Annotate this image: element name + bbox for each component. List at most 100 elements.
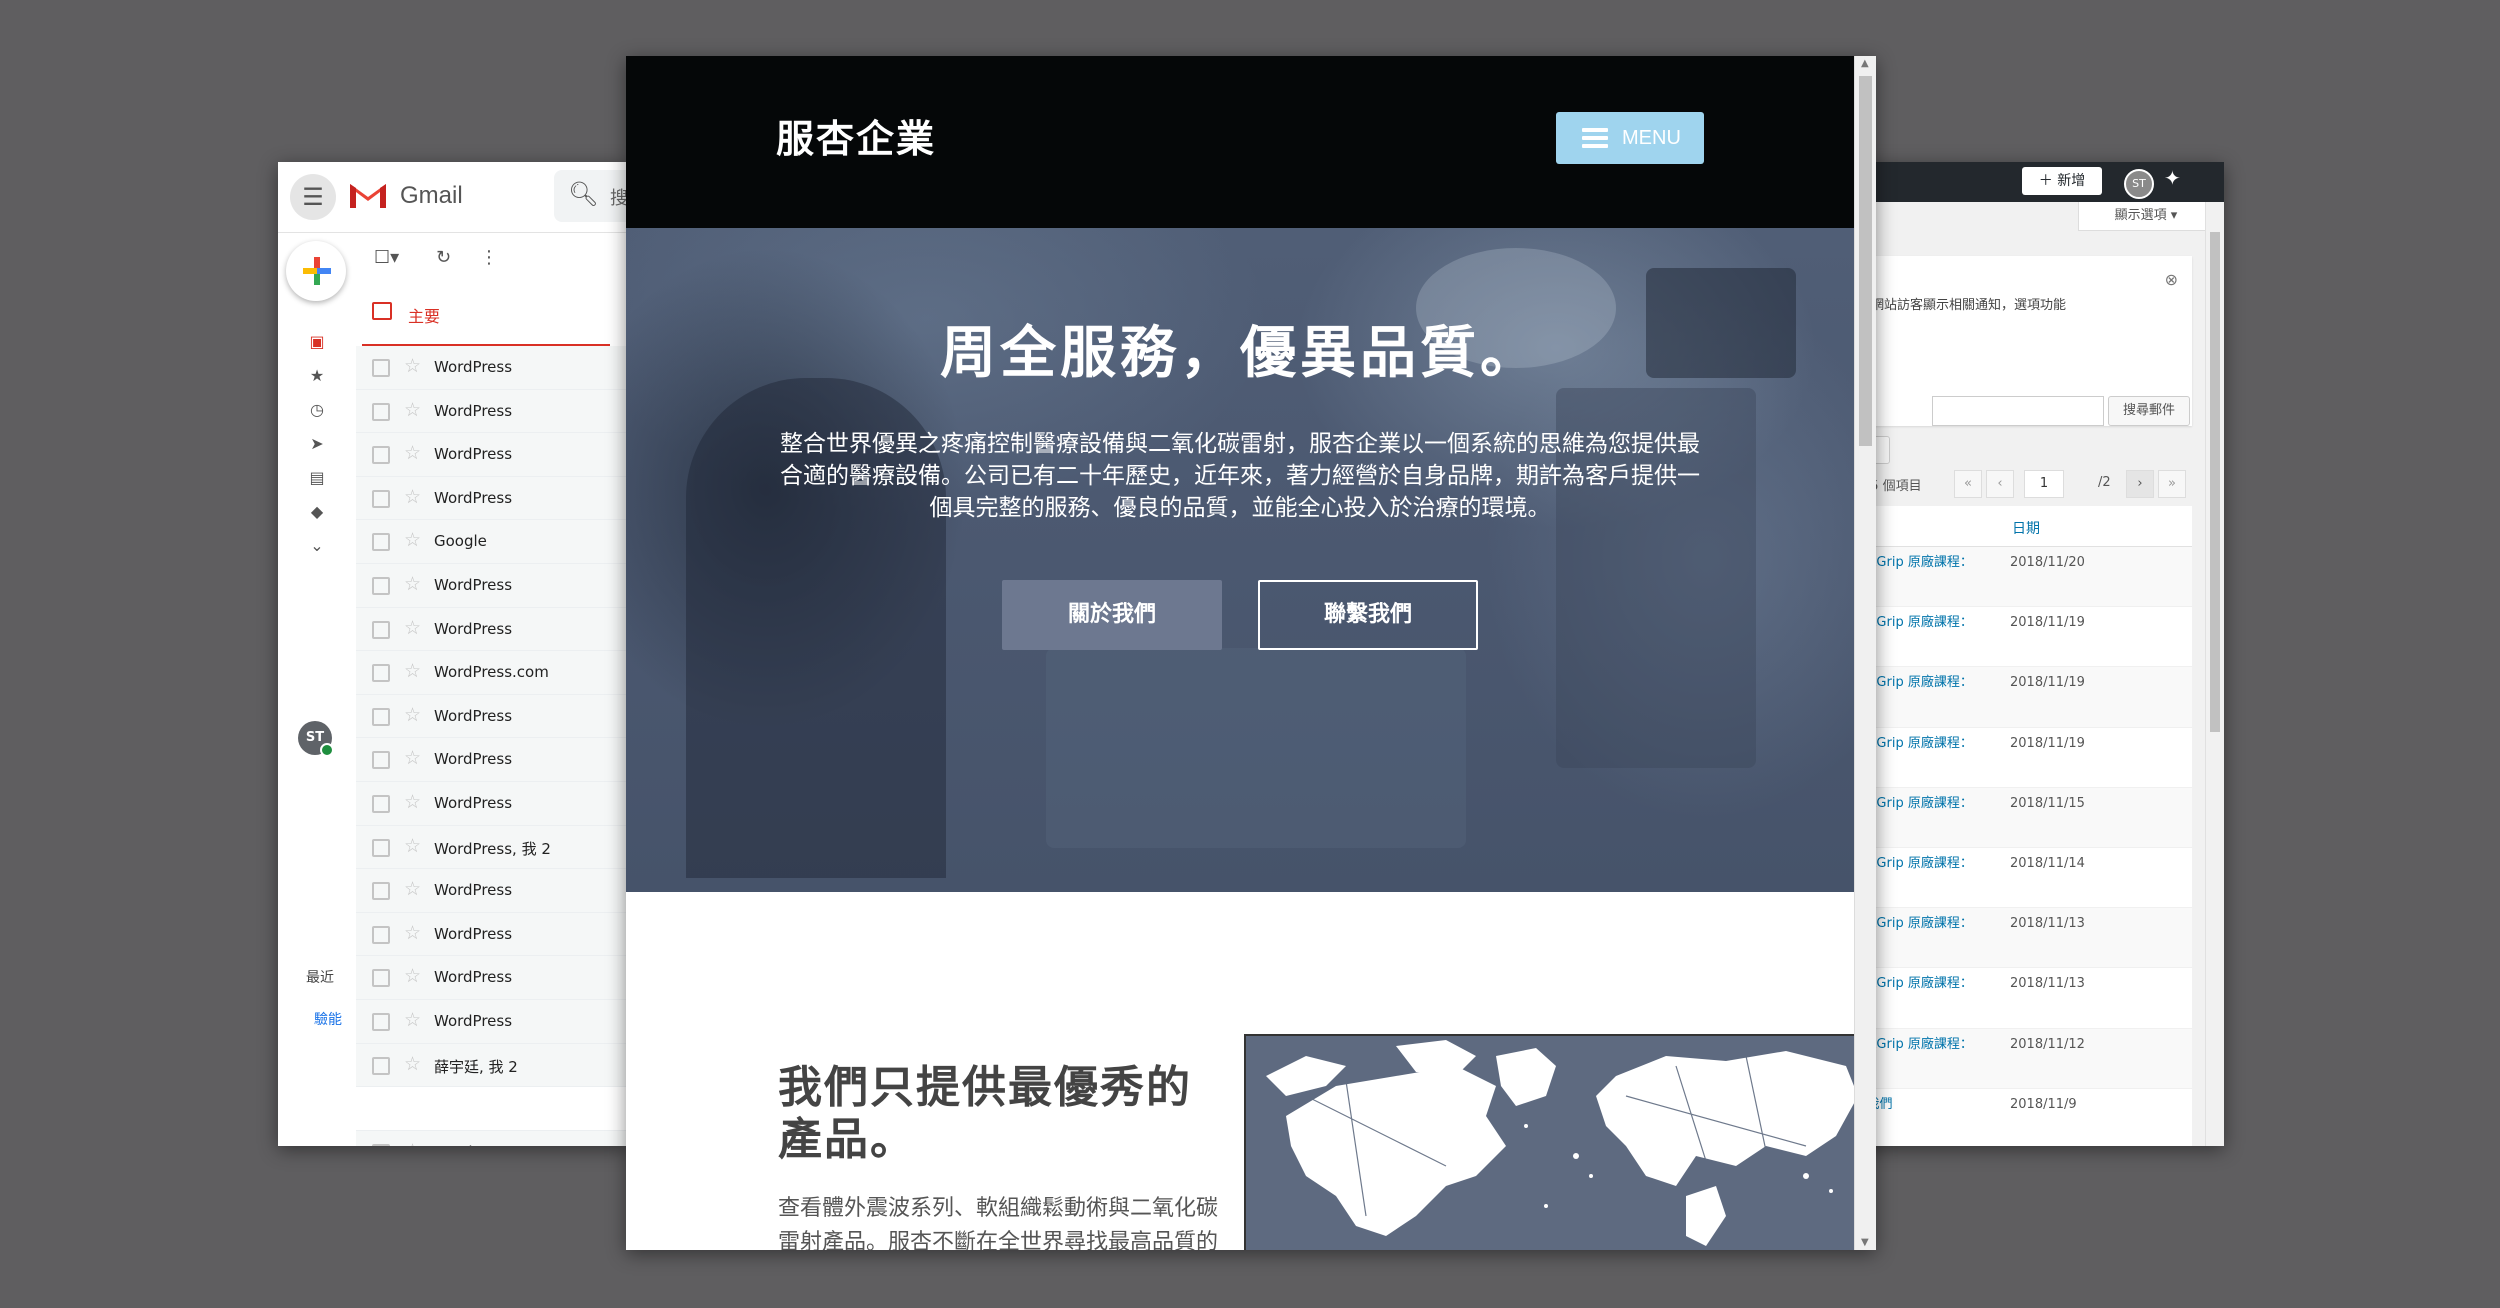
row-checkbox[interactable] bbox=[372, 882, 390, 901]
star-icon[interactable]: ☆ bbox=[404, 355, 421, 377]
table-row[interactable]: / 聯繫我們2018/11/9 bbox=[1832, 1088, 2192, 1146]
row-checkbox[interactable] bbox=[372, 794, 390, 813]
avatar[interactable]: ST bbox=[2124, 169, 2154, 199]
email-row[interactable]: ☆ WordPress.com bbox=[356, 651, 630, 695]
star-icon[interactable]: ☆ bbox=[404, 922, 421, 944]
next-page-button[interactable]: › bbox=[2126, 470, 2154, 498]
star-icon[interactable]: ☆ bbox=[404, 965, 421, 987]
email-row[interactable]: ☆ WordPress bbox=[356, 869, 630, 913]
table-row[interactable]: / HawkGrip 原廠課程：月2018/11/19 bbox=[1832, 727, 2192, 788]
scrollbar-thumb[interactable] bbox=[2210, 232, 2220, 732]
table-row[interactable]: / HawkGrip 原廠課程：月2018/11/13 bbox=[1832, 968, 2192, 1029]
row-checkbox[interactable] bbox=[372, 838, 390, 857]
row-checkbox[interactable] bbox=[372, 402, 390, 421]
email-row[interactable]: ☆ WordPress bbox=[356, 956, 630, 1000]
column-date-header[interactable]: 日期 bbox=[2012, 518, 2040, 538]
row-checkbox[interactable] bbox=[372, 707, 390, 726]
star-icon[interactable]: ☆ bbox=[404, 1053, 421, 1075]
row-checkbox[interactable] bbox=[372, 489, 390, 508]
row-checkbox[interactable] bbox=[372, 925, 390, 944]
scrollbar[interactable] bbox=[2205, 202, 2224, 1146]
last-page-button[interactable]: » bbox=[2158, 470, 2186, 498]
notification-pin-icon[interactable]: ✦ bbox=[2164, 166, 2181, 190]
email-row[interactable]: ☆ WordPress bbox=[356, 781, 630, 826]
current-page-input[interactable]: 1 bbox=[2024, 470, 2064, 498]
star-icon[interactable]: ☆ bbox=[404, 529, 421, 551]
scroll-up-arrow-icon[interactable]: ▲ bbox=[1861, 58, 1869, 69]
tab-primary[interactable]: 主要 bbox=[362, 286, 610, 348]
row-checkbox[interactable] bbox=[372, 446, 390, 465]
star-icon[interactable]: ☆ bbox=[404, 878, 421, 900]
row-checkbox[interactable] bbox=[372, 533, 390, 552]
row-checkbox[interactable] bbox=[372, 576, 390, 595]
menu-button[interactable]: MENU bbox=[1556, 112, 1704, 164]
email-row[interactable]: ☆ WordPress bbox=[356, 694, 630, 739]
star-icon[interactable]: ☆ bbox=[404, 573, 421, 595]
hamburger-menu-icon[interactable]: ☰ bbox=[290, 174, 336, 220]
dismiss-close-icon[interactable]: ⊗ bbox=[2165, 270, 2178, 289]
row-checkbox[interactable] bbox=[372, 1143, 390, 1146]
email-row[interactable]: ☆ WordPress bbox=[356, 912, 630, 957]
star-icon[interactable]: ☆ bbox=[404, 486, 421, 508]
avatar[interactable]: ST bbox=[298, 721, 334, 757]
star-icon[interactable]: ☆ bbox=[404, 399, 421, 421]
screen-options-button[interactable]: 顯示選項 ▾ bbox=[2078, 202, 2214, 231]
site-brand[interactable]: 服杏企業 bbox=[776, 108, 936, 163]
email-row[interactable]: ☆ WordPress bbox=[356, 563, 630, 608]
table-row[interactable]: / HawkGrip 原廠課程：月2018/11/15 bbox=[1832, 787, 2192, 848]
star-icon[interactable]: ☆ bbox=[404, 835, 421, 857]
inbox-icon[interactable]: ▣ bbox=[306, 331, 328, 353]
label-icon[interactable]: ◆ bbox=[306, 501, 328, 523]
table-row[interactable]: / HawkGrip 原廠課程：月2018/11/20 bbox=[1832, 547, 2192, 608]
email-row[interactable]: ☆ WordPress bbox=[356, 607, 630, 652]
more-chevron-down-icon[interactable]: ⌄ bbox=[306, 535, 328, 557]
email-row[interactable]: ☆ WordPress bbox=[356, 476, 630, 521]
email-row[interactable]: ☆ WordPress bbox=[356, 1130, 630, 1146]
starred-icon[interactable]: ★ bbox=[306, 365, 328, 387]
search-button[interactable]: 搜尋郵件 bbox=[2108, 396, 2190, 426]
new-button[interactable]: ＋ 新增 bbox=[2022, 167, 2102, 195]
star-icon[interactable]: ☆ bbox=[404, 704, 421, 726]
scroll-down-arrow-icon[interactable]: ▼ bbox=[1861, 1237, 1869, 1248]
row-checkbox[interactable] bbox=[372, 620, 390, 639]
drafts-icon[interactable]: ▤ bbox=[306, 467, 328, 489]
scrollbar-thumb[interactable] bbox=[1859, 76, 1872, 446]
row-checkbox[interactable] bbox=[372, 751, 390, 770]
star-icon[interactable]: ☆ bbox=[404, 791, 421, 813]
more-vertical-icon[interactable]: ⋮ bbox=[480, 247, 498, 268]
table-row[interactable]: / HawkGrip 原廠課程：月2018/11/13 bbox=[1832, 908, 2192, 969]
email-row[interactable]: ☆ WordPress, 我 2 bbox=[356, 825, 630, 870]
star-icon[interactable]: ☆ bbox=[404, 660, 421, 682]
table-row[interactable]: / HawkGrip 原廠課程：月2018/11/14 bbox=[1832, 847, 2192, 909]
star-icon[interactable]: ☆ bbox=[404, 747, 421, 769]
page-scrollbar[interactable]: ▲ ▼ bbox=[1854, 56, 1876, 1250]
email-row[interactable]: ☆ WordPress bbox=[356, 389, 630, 434]
table-row[interactable]: / HawkGrip 原廠課程：月2018/11/12 bbox=[1832, 1028, 2192, 1089]
search-input[interactable] bbox=[1932, 396, 2104, 426]
table-row[interactable]: / HawkGrip 原廠課程：月2018/11/19 bbox=[1832, 607, 2192, 668]
row-checkbox[interactable] bbox=[372, 664, 390, 683]
snoozed-icon[interactable]: ◷ bbox=[306, 399, 328, 421]
first-page-button[interactable]: « bbox=[1954, 470, 1982, 498]
refresh-icon[interactable]: ↻ bbox=[436, 247, 451, 268]
row-checkbox[interactable] bbox=[372, 969, 390, 988]
email-row[interactable]: ☆ 薛宇廷, 我 2 bbox=[356, 1043, 630, 1088]
star-icon[interactable]: ☆ bbox=[404, 617, 421, 639]
star-icon[interactable]: ☆ bbox=[404, 442, 421, 464]
search-icon[interactable]: 🔍︎ bbox=[568, 180, 598, 208]
select-all-checkbox-icon[interactable]: ☐▾ bbox=[374, 247, 399, 268]
rail-link[interactable]: 驗能 bbox=[314, 1009, 342, 1029]
email-row[interactable] bbox=[356, 1087, 630, 1131]
row-checkbox[interactable] bbox=[372, 1012, 390, 1031]
about-us-button[interactable]: 關於我們 bbox=[1002, 580, 1222, 650]
email-row[interactable]: ☆ WordPress bbox=[356, 999, 630, 1044]
star-icon[interactable]: ☆ bbox=[404, 1009, 421, 1031]
compose-button[interactable] bbox=[286, 241, 346, 301]
row-checkbox[interactable] bbox=[372, 1056, 390, 1075]
email-row[interactable]: ☆ WordPress bbox=[356, 346, 630, 390]
email-row[interactable]: ☆ Google bbox=[356, 520, 630, 564]
row-checkbox[interactable] bbox=[372, 359, 390, 377]
search-input[interactable]: 🔍︎ 搜 bbox=[554, 170, 630, 222]
contact-us-button[interactable]: 聯繫我們 bbox=[1258, 580, 1478, 650]
table-row[interactable]: / HawkGrip 原廠課程：月2018/11/19 bbox=[1832, 667, 2192, 728]
